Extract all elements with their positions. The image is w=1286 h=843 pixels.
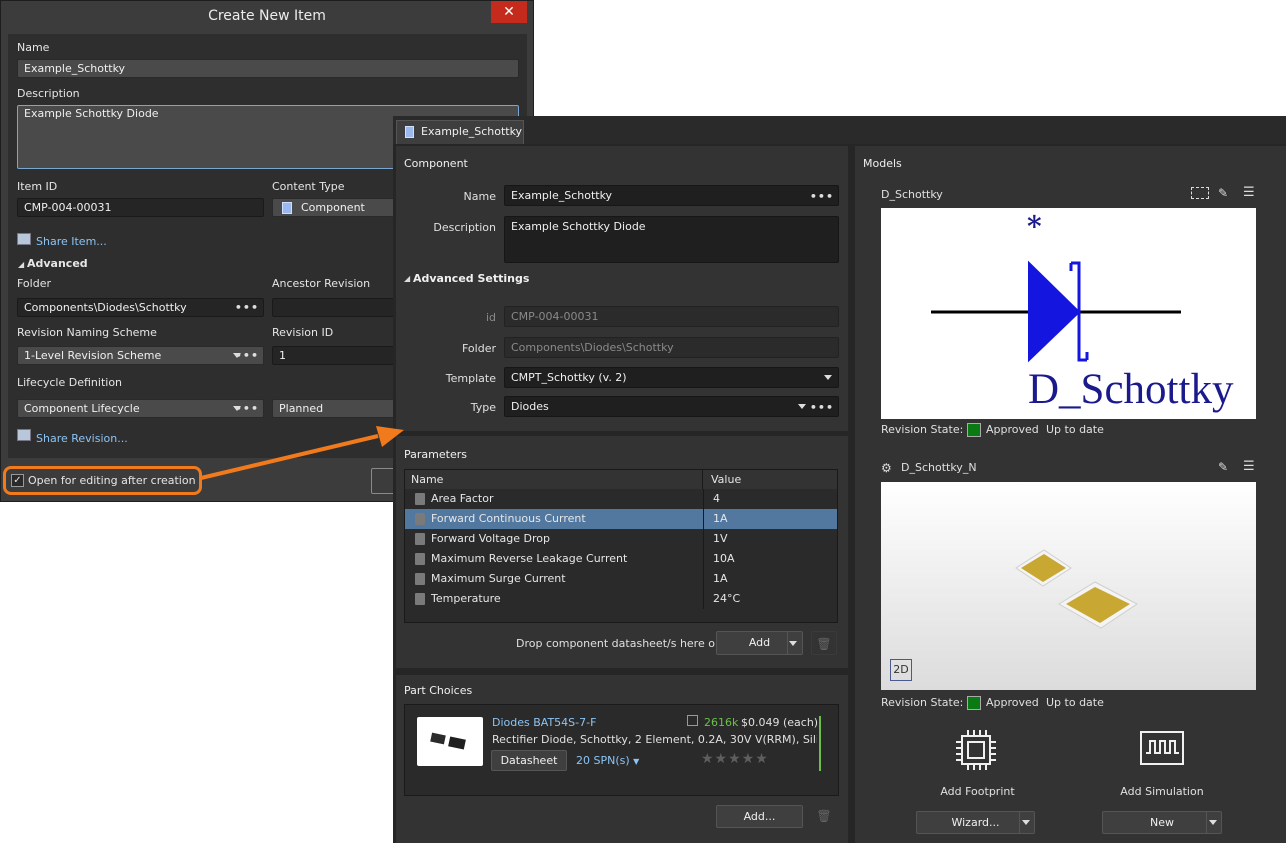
callout-arrow [200, 426, 404, 480]
